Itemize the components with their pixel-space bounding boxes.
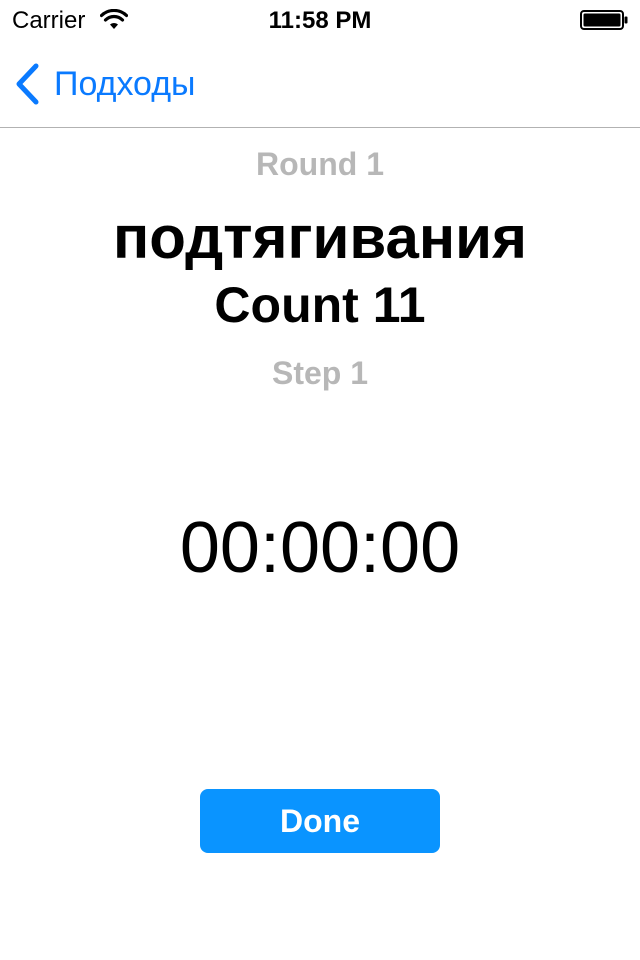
chevron-left-icon (16, 63, 39, 105)
back-button-label: Подходы (54, 65, 196, 103)
battery-full-icon (580, 10, 628, 30)
step-label: Step 1 (271, 355, 369, 391)
navigation-bar: Подходы (0, 40, 640, 128)
status-time: 11:58 PM (268, 7, 372, 34)
screen: Carrier 11:58 PM Подходы Round 1 подтяги… (0, 0, 640, 960)
count-label: Count 11 (214, 277, 426, 333)
status-bar: Carrier 11:58 PM (0, 0, 640, 40)
back-button[interactable]: Подходы (14, 62, 196, 106)
timer-display: 00:00:00 (179, 508, 461, 588)
done-button[interactable]: Done (200, 789, 440, 853)
exercise-name: подтягивания (112, 204, 528, 271)
round-label: Round 1 (256, 146, 384, 182)
